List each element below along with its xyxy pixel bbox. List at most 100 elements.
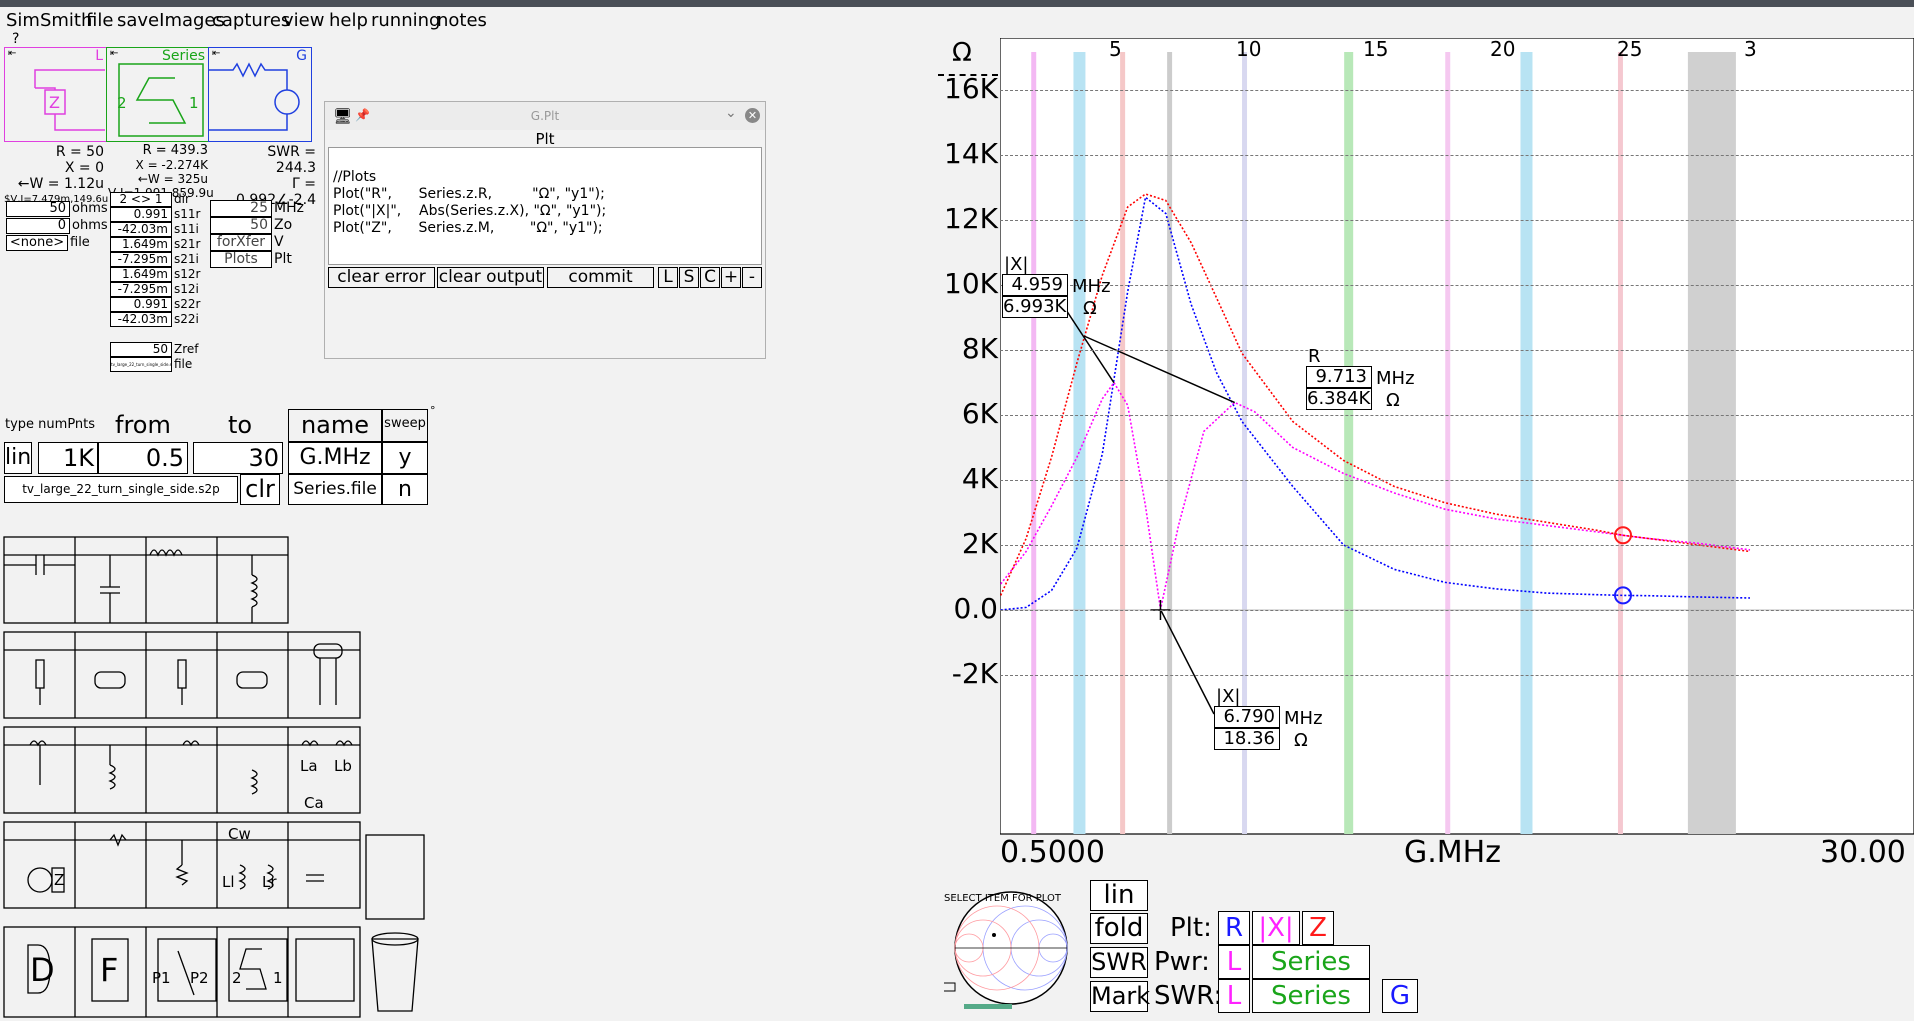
- mark-button[interactable]: Mark: [1090, 981, 1150, 1012]
- s12i-field[interactable]: -7.295m: [110, 282, 172, 297]
- load-file-input[interactable]: <none>: [6, 235, 68, 251]
- plt-x-toggle[interactable]: |X|: [1252, 911, 1300, 945]
- sweep-to-field[interactable]: 30: [193, 442, 283, 474]
- s11i-label: s11i: [174, 222, 199, 236]
- load-element-box[interactable]: ⇤ L Z: [4, 47, 108, 142]
- palette-f-label: F: [100, 951, 118, 989]
- s21r-field[interactable]: 1.649m: [110, 237, 172, 252]
- marker2-freq[interactable]: 9.713: [1306, 366, 1372, 388]
- y-tick-label: -2K: [951, 657, 998, 690]
- s22i-label: s22i: [174, 312, 199, 326]
- s12r-field[interactable]: 1.649m: [110, 267, 172, 282]
- zref-field[interactable]: 50: [110, 342, 172, 357]
- plt-c-button[interactable]: C: [700, 267, 720, 288]
- series-x: X = -2.274K: [135, 158, 208, 172]
- plt-plus-button[interactable]: +: [721, 267, 741, 288]
- marker1-name: |X|: [1004, 254, 1029, 275]
- series-dir-field[interactable]: 2 <> 1: [110, 192, 172, 207]
- sweep-type-header: type numPnts: [5, 417, 96, 432]
- menu-saveimages[interactable]: saveImages: [117, 11, 225, 31]
- s12i-label: s12i: [174, 282, 199, 296]
- s11i-field[interactable]: -42.03m: [110, 222, 172, 237]
- clear-output-button[interactable]: clear output: [437, 267, 544, 288]
- menu-file[interactable]: file: [86, 11, 113, 31]
- y-gridline: [1000, 350, 1914, 351]
- menu-simsmith[interactable]: SimSmith: [6, 11, 92, 31]
- menu-captures[interactable]: captures: [212, 11, 290, 31]
- x-tick-label: 20: [1490, 37, 1516, 61]
- swr-button[interactable]: SWR: [1090, 947, 1148, 978]
- component-palette[interactable]: La Lb Ca Cw Ll Lr Z P1 P2 1 2 D F: [0, 535, 430, 1021]
- sweep-options-icon[interactable]: °: [430, 404, 436, 417]
- y-tick-label: 8K: [961, 332, 998, 365]
- s22i-field[interactable]: -42.03m: [110, 312, 172, 327]
- load-r-input[interactable]: 50: [6, 201, 70, 217]
- y-tick-label: 10K: [944, 267, 998, 300]
- window-top-strip: [0, 0, 1914, 7]
- pwr-l-toggle[interactable]: L: [1218, 945, 1250, 979]
- x-tick-label: 25: [1617, 37, 1643, 61]
- commit-button[interactable]: commit: [547, 267, 654, 288]
- sweep-from-field[interactable]: 0.5: [98, 442, 188, 474]
- sweep-name-field[interactable]: G.MHz: [288, 442, 382, 474]
- sweep-type-field[interactable]: lin: [4, 442, 32, 474]
- menu-notes[interactable]: notes: [437, 11, 487, 31]
- s11r-label: s11r: [174, 207, 201, 221]
- swr-l-toggle[interactable]: L: [1218, 979, 1250, 1013]
- generator-plt-field[interactable]: Plots: [210, 251, 272, 268]
- s11r-field[interactable]: 0.991: [110, 207, 172, 222]
- x-max-label: 30.00: [1820, 835, 1906, 870]
- series-file-field[interactable]: tv_large_22_turn_single_side.s2p: [110, 357, 172, 372]
- menu-view[interactable]: view: [283, 11, 324, 31]
- plt-z-toggle[interactable]: Z: [1302, 911, 1334, 945]
- series-file-button[interactable]: Series.file: [288, 474, 382, 505]
- marker2-value-unit: Ω: [1386, 390, 1400, 411]
- y-gridline: [1000, 220, 1914, 221]
- sweep-file-field[interactable]: tv_large_22_turn_single_side.s2p: [4, 476, 238, 503]
- menu-running[interactable]: running: [371, 11, 440, 31]
- swr-row-label: SWR:: [1154, 981, 1223, 1011]
- sweep-n-field[interactable]: n: [382, 474, 428, 505]
- swr-g-toggle[interactable]: G: [1382, 979, 1418, 1013]
- s22r-field[interactable]: 0.991: [110, 297, 172, 312]
- plt-window-close-icon[interactable]: ✕: [745, 108, 760, 123]
- plt-s-button[interactable]: S: [679, 267, 699, 288]
- plt-l-button[interactable]: L: [658, 267, 678, 288]
- s21i-field[interactable]: -7.295m: [110, 252, 172, 267]
- plt-window-minimize-icon[interactable]: ⌄: [725, 105, 737, 121]
- lin-button[interactable]: lin: [1090, 880, 1148, 911]
- y-tick-label: 6K: [961, 397, 998, 430]
- y-tick-label: 2K: [961, 527, 998, 560]
- help-question-mark[interactable]: ?: [12, 31, 19, 47]
- impedance-plot[interactable]: [1000, 38, 1914, 838]
- generator-freq-field[interactable]: 25: [210, 200, 272, 217]
- pwr-series-toggle[interactable]: Series: [1252, 945, 1370, 979]
- marker3-freq[interactable]: 6.790: [1214, 706, 1280, 728]
- marker1-value[interactable]: 6.993K: [1002, 296, 1068, 318]
- plt-minus-button[interactable]: -: [742, 267, 762, 288]
- plt-r-toggle[interactable]: R: [1218, 911, 1250, 945]
- plt-code-editor[interactable]: //Plots Plot("R", Series.z.R, "Ω", "y1");…: [328, 147, 762, 265]
- fold-button[interactable]: fold: [1090, 913, 1148, 944]
- marker3-value[interactable]: 18.36: [1214, 728, 1280, 750]
- swr-series-toggle[interactable]: Series: [1252, 979, 1370, 1013]
- series-element-box[interactable]: ⇤ Series 2 1: [106, 47, 210, 142]
- y-tick-label: 14K: [944, 137, 998, 170]
- generator-zo-field[interactable]: 50: [210, 217, 272, 234]
- clear-error-button[interactable]: clear error: [328, 267, 435, 288]
- plt-code-line: //Plots: [333, 169, 377, 185]
- sweep-y-field[interactable]: y: [382, 442, 428, 474]
- generator-v-field[interactable]: forXfer: [210, 234, 272, 251]
- s12r-label: s12r: [174, 267, 201, 281]
- generator-element-box[interactable]: ⇤ G: [208, 47, 312, 142]
- series-w: ←W = 325u: [137, 172, 208, 186]
- smith-print-icon[interactable]: [944, 982, 956, 992]
- marker1-freq[interactable]: 4.959: [1002, 274, 1068, 296]
- sweep-numpnts-field[interactable]: 1K: [38, 442, 98, 474]
- plt-row-label: Plt:: [1170, 913, 1212, 943]
- clr-button[interactable]: clr: [240, 474, 280, 505]
- menu-help[interactable]: help: [329, 11, 368, 31]
- marker2-value[interactable]: 6.384K: [1306, 388, 1372, 410]
- load-x-input[interactable]: 0: [6, 218, 70, 234]
- s21i-label: s21i: [174, 252, 199, 266]
